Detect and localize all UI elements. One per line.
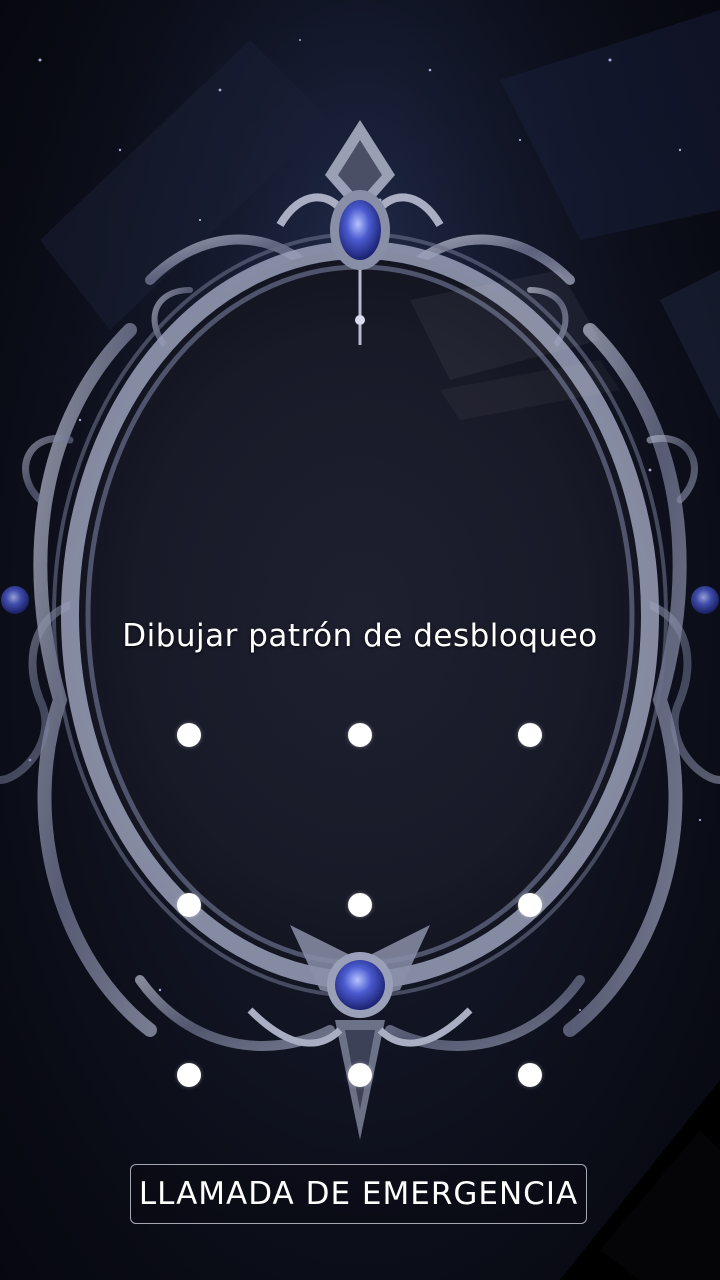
pattern-dot-7[interactable] xyxy=(177,1063,201,1087)
pattern-dot-9[interactable] xyxy=(518,1063,542,1087)
unlock-prompt: Dibujar patrón de desbloqueo xyxy=(122,618,598,654)
lock-screen: Dibujar patrón de desbloqueo LLAMADA DE … xyxy=(0,0,720,1280)
pattern-dot-3[interactable] xyxy=(518,723,542,747)
pattern-dot-6[interactable] xyxy=(518,893,542,917)
pattern-dot-1[interactable] xyxy=(177,723,201,747)
pattern-dot-8[interactable] xyxy=(348,1063,372,1087)
pattern-dot-5[interactable] xyxy=(348,893,372,917)
emergency-call-label: LLAMADA DE EMERGENCIA xyxy=(138,1176,579,1212)
pattern-dot-2[interactable] xyxy=(348,723,372,747)
emergency-call-button[interactable]: LLAMADA DE EMERGENCIA xyxy=(130,1164,587,1224)
pattern-dot-4[interactable] xyxy=(177,893,201,917)
